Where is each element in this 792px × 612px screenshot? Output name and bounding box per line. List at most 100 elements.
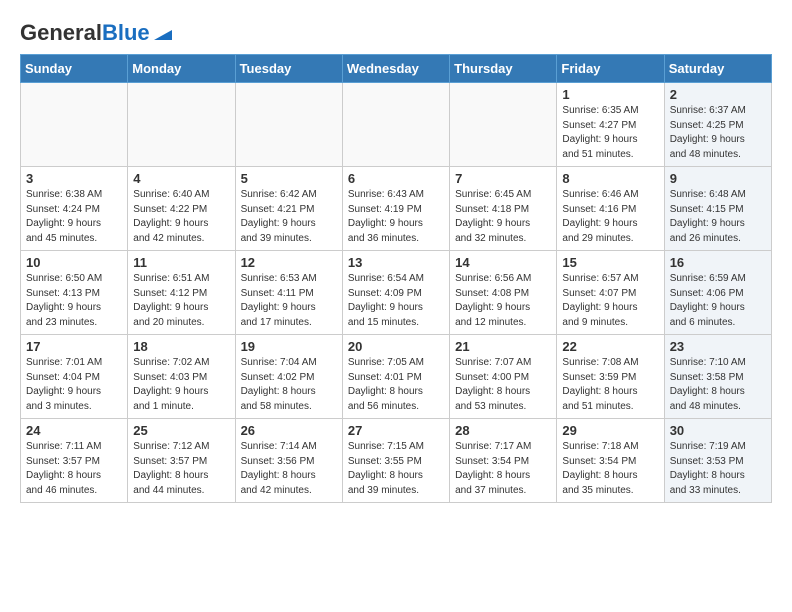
calendar-cell: 24 Sunrise: 7:11 AM Sunset: 3:57 PM Dayli…	[21, 419, 128, 503]
calendar-cell	[128, 83, 235, 167]
calendar-cell: 10 Sunrise: 6:50 AM Sunset: 4:13 PM Dayli…	[21, 251, 128, 335]
day-info: Sunrise: 7:02 AM Sunset: 4:03 PM Dayligh…	[133, 356, 229, 414]
day-number: 1	[562, 87, 658, 102]
day-info: Sunrise: 7:07 AM Sunset: 4:00 PM Dayligh…	[455, 356, 551, 414]
day-number: 20	[348, 339, 444, 354]
day-header-monday: Monday	[128, 55, 235, 83]
calendar-cell: 17 Sunrise: 7:01 AM Sunset: 4:04 PM Dayli…	[21, 335, 128, 419]
day-number: 5	[241, 171, 337, 186]
calendar-cell: 19 Sunrise: 7:04 AM Sunset: 4:02 PM Dayli…	[235, 335, 342, 419]
day-number: 27	[348, 423, 444, 438]
day-info: Sunrise: 6:57 AM Sunset: 4:07 PM Dayligh…	[562, 272, 658, 330]
day-info: Sunrise: 7:08 AM Sunset: 3:59 PM Dayligh…	[562, 356, 658, 414]
day-number: 10	[26, 255, 122, 270]
day-info: Sunrise: 6:59 AM Sunset: 4:06 PM Dayligh…	[670, 272, 766, 330]
day-info: Sunrise: 6:46 AM Sunset: 4:16 PM Dayligh…	[562, 188, 658, 246]
day-info: Sunrise: 6:42 AM Sunset: 4:21 PM Dayligh…	[241, 188, 337, 246]
week-row-4: 17 Sunrise: 7:01 AM Sunset: 4:04 PM Dayli…	[21, 335, 772, 419]
calendar-cell	[342, 83, 449, 167]
day-header-tuesday: Tuesday	[235, 55, 342, 83]
logo-text: GeneralBlue	[20, 22, 150, 44]
logo: GeneralBlue	[20, 20, 174, 44]
calendar-cell: 11 Sunrise: 6:51 AM Sunset: 4:12 PM Dayli…	[128, 251, 235, 335]
day-info: Sunrise: 6:37 AM Sunset: 4:25 PM Dayligh…	[670, 104, 766, 162]
day-info: Sunrise: 7:15 AM Sunset: 3:55 PM Dayligh…	[348, 440, 444, 498]
calendar-cell: 25Sunrise: 7:12 AM Sunset: 3:57 PM Dayli…	[128, 419, 235, 503]
day-info: Sunrise: 6:35 AM Sunset: 4:27 PM Dayligh…	[562, 104, 658, 162]
calendar-cell: 23Sunrise: 7:10 AM Sunset: 3:58 PM Dayli…	[664, 335, 771, 419]
day-number: 16	[670, 255, 766, 270]
day-info: Sunrise: 7:14 AM Sunset: 3:56 PM Dayligh…	[241, 440, 337, 498]
day-number: 3	[26, 171, 122, 186]
calendar-cell: 22 Sunrise: 7:08 AM Sunset: 3:59 PM Dayli…	[557, 335, 664, 419]
day-number: 15	[562, 255, 658, 270]
day-header-wednesday: Wednesday	[342, 55, 449, 83]
calendar-cell: 6 Sunrise: 6:43 AM Sunset: 4:19 PM Daylig…	[342, 167, 449, 251]
day-info: Sunrise: 6:40 AM Sunset: 4:22 PM Dayligh…	[133, 188, 229, 246]
day-number: 19	[241, 339, 337, 354]
day-number: 21	[455, 339, 551, 354]
calendar-cell: 18 Sunrise: 7:02 AM Sunset: 4:03 PM Dayli…	[128, 335, 235, 419]
calendar-cell: 15 Sunrise: 6:57 AM Sunset: 4:07 PM Dayli…	[557, 251, 664, 335]
calendar-cell: 27 Sunrise: 7:15 AM Sunset: 3:55 PM Dayli…	[342, 419, 449, 503]
calendar-cell: 28Sunrise: 7:17 AM Sunset: 3:54 PM Dayli…	[450, 419, 557, 503]
calendar-cell: 3Sunrise: 6:38 AM Sunset: 4:24 PM Daylig…	[21, 167, 128, 251]
page-header: GeneralBlue	[20, 20, 772, 44]
day-info: Sunrise: 7:17 AM Sunset: 3:54 PM Dayligh…	[455, 440, 551, 498]
logo-icon	[152, 20, 174, 42]
day-number: 14	[455, 255, 551, 270]
day-number: 30	[670, 423, 766, 438]
day-info: Sunrise: 6:50 AM Sunset: 4:13 PM Dayligh…	[26, 272, 122, 330]
day-info: Sunrise: 7:11 AM Sunset: 3:57 PM Dayligh…	[26, 440, 122, 498]
calendar-cell: 2 Sunrise: 6:37 AM Sunset: 4:25 PM Daylig…	[664, 83, 771, 167]
day-info: Sunrise: 6:45 AM Sunset: 4:18 PM Dayligh…	[455, 188, 551, 246]
day-number: 6	[348, 171, 444, 186]
day-number: 17	[26, 339, 122, 354]
day-info: Sunrise: 6:53 AM Sunset: 4:11 PM Dayligh…	[241, 272, 337, 330]
day-info: Sunrise: 7:01 AM Sunset: 4:04 PM Dayligh…	[26, 356, 122, 414]
day-header-sunday: Sunday	[21, 55, 128, 83]
calendar-cell: 14Sunrise: 6:56 AM Sunset: 4:08 PM Dayli…	[450, 251, 557, 335]
day-info: Sunrise: 7:19 AM Sunset: 3:53 PM Dayligh…	[670, 440, 766, 498]
calendar-cell: 8 Sunrise: 6:46 AM Sunset: 4:16 PM Daylig…	[557, 167, 664, 251]
calendar-cell: 29Sunrise: 7:18 AM Sunset: 3:54 PM Dayli…	[557, 419, 664, 503]
day-info: Sunrise: 6:51 AM Sunset: 4:12 PM Dayligh…	[133, 272, 229, 330]
day-info: Sunrise: 6:43 AM Sunset: 4:19 PM Dayligh…	[348, 188, 444, 246]
week-row-1: 1 Sunrise: 6:35 AM Sunset: 4:27 PM Daylig…	[21, 83, 772, 167]
calendar-cell: 26 Sunrise: 7:14 AM Sunset: 3:56 PM Dayli…	[235, 419, 342, 503]
day-number: 18	[133, 339, 229, 354]
calendar-cell: 12Sunrise: 6:53 AM Sunset: 4:11 PM Dayli…	[235, 251, 342, 335]
day-number: 25	[133, 423, 229, 438]
day-number: 24	[26, 423, 122, 438]
calendar-cell: 21 Sunrise: 7:07 AM Sunset: 4:00 PM Dayli…	[450, 335, 557, 419]
day-info: Sunrise: 6:48 AM Sunset: 4:15 PM Dayligh…	[670, 188, 766, 246]
day-info: Sunrise: 7:18 AM Sunset: 3:54 PM Dayligh…	[562, 440, 658, 498]
calendar-cell: 5 Sunrise: 6:42 AM Sunset: 4:21 PM Daylig…	[235, 167, 342, 251]
day-info: Sunrise: 6:54 AM Sunset: 4:09 PM Dayligh…	[348, 272, 444, 330]
calendar-cell: 7 Sunrise: 6:45 AM Sunset: 4:18 PM Daylig…	[450, 167, 557, 251]
day-number: 13	[348, 255, 444, 270]
day-header-saturday: Saturday	[664, 55, 771, 83]
calendar-cell: 20 Sunrise: 7:05 AM Sunset: 4:01 PM Dayli…	[342, 335, 449, 419]
day-header-friday: Friday	[557, 55, 664, 83]
header-row: SundayMondayTuesdayWednesdayThursdayFrid…	[21, 55, 772, 83]
day-number: 23	[670, 339, 766, 354]
calendar-cell	[21, 83, 128, 167]
day-number: 22	[562, 339, 658, 354]
calendar-cell: 1 Sunrise: 6:35 AM Sunset: 4:27 PM Daylig…	[557, 83, 664, 167]
day-number: 11	[133, 255, 229, 270]
day-info: Sunrise: 7:05 AM Sunset: 4:01 PM Dayligh…	[348, 356, 444, 414]
day-number: 2	[670, 87, 766, 102]
day-number: 26	[241, 423, 337, 438]
calendar-cell	[450, 83, 557, 167]
day-header-thursday: Thursday	[450, 55, 557, 83]
week-row-2: 3Sunrise: 6:38 AM Sunset: 4:24 PM Daylig…	[21, 167, 772, 251]
day-number: 8	[562, 171, 658, 186]
day-number: 9	[670, 171, 766, 186]
calendar-cell: 4Sunrise: 6:40 AM Sunset: 4:22 PM Daylig…	[128, 167, 235, 251]
day-info: Sunrise: 7:04 AM Sunset: 4:02 PM Dayligh…	[241, 356, 337, 414]
calendar-cell: 13 Sunrise: 6:54 AM Sunset: 4:09 PM Dayli…	[342, 251, 449, 335]
calendar-cell	[235, 83, 342, 167]
day-number: 7	[455, 171, 551, 186]
week-row-5: 24 Sunrise: 7:11 AM Sunset: 3:57 PM Dayli…	[21, 419, 772, 503]
